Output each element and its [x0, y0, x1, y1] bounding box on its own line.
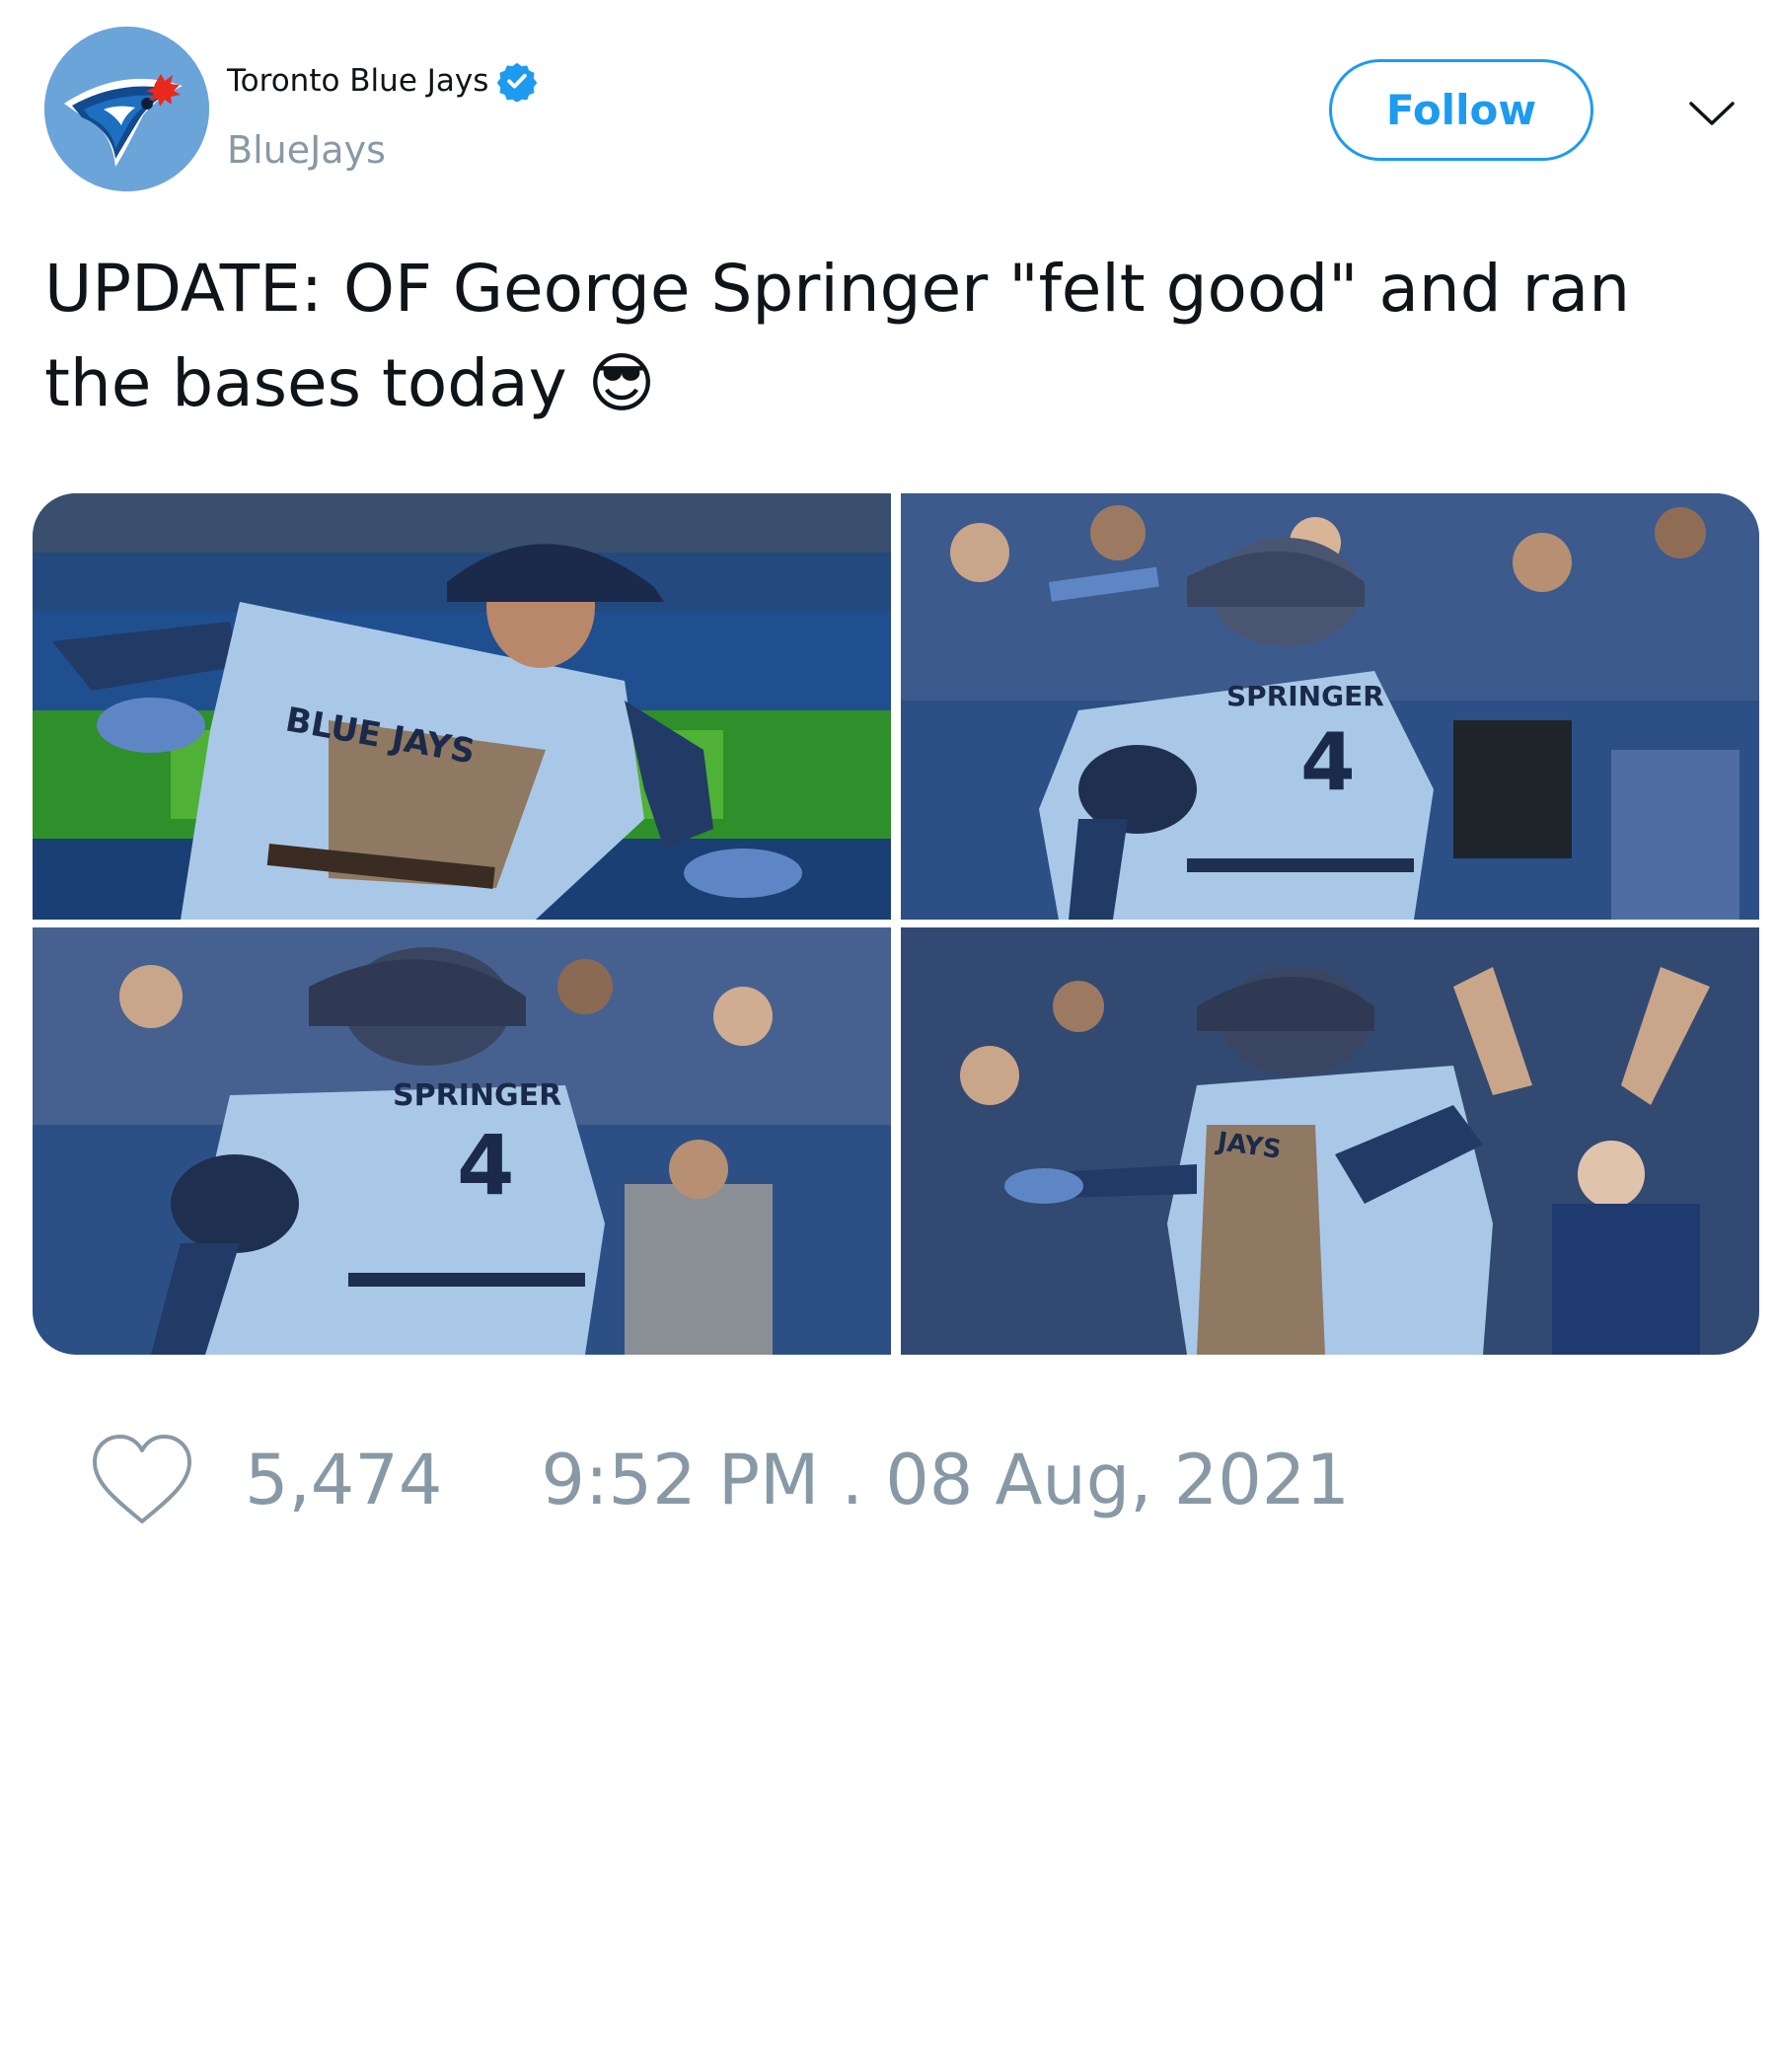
timestamp[interactable]: 9:52 PM . 08 Aug, 2021: [541, 1440, 1349, 1520]
photo-2-image: SPRINGER 4: [901, 493, 1759, 920]
jersey-number: 4: [1300, 716, 1356, 808]
jersey-name: SPRINGER: [393, 1078, 561, 1113]
handle[interactable]: BlueJays: [227, 128, 386, 172]
tweet-text: UPDATE: OF George Springer "felt good" a…: [44, 251, 1631, 421]
heart-icon[interactable]: [89, 1433, 195, 1527]
name-row: Toronto Blue Jays: [227, 60, 538, 102]
chevron-down-icon[interactable]: [1687, 94, 1737, 133]
photo-3[interactable]: SPRINGER 4: [33, 927, 891, 1355]
jersey-name: SPRINGER: [1226, 680, 1384, 712]
tweet-header: Toronto Blue Jays BlueJays Follow: [44, 27, 1741, 194]
photo-3-image: SPRINGER 4: [33, 927, 891, 1355]
like-count: 5,474: [245, 1440, 443, 1520]
photo-2[interactable]: SPRINGER 4: [901, 493, 1759, 920]
tweet-footer: 5,474 9:52 PM . 08 Aug, 2021: [89, 1431, 1350, 1529]
follow-button[interactable]: Follow: [1329, 59, 1593, 161]
photo-4-image: JAYS: [901, 927, 1759, 1355]
photo-4[interactable]: JAYS: [901, 927, 1759, 1355]
jersey-number: 4: [457, 1117, 514, 1214]
verified-badge-icon: [497, 62, 538, 102]
blue-jay-logo-icon: [44, 27, 209, 191]
media-grid: BLUE JAYS SPRINGER 4 SPRINGER 4 JAYS: [33, 493, 1759, 1355]
photo-1-image: BLUE JAYS: [33, 493, 891, 920]
display-name[interactable]: Toronto Blue Jays: [227, 63, 488, 99]
photo-1[interactable]: BLUE JAYS: [33, 493, 891, 920]
avatar[interactable]: [44, 27, 209, 191]
